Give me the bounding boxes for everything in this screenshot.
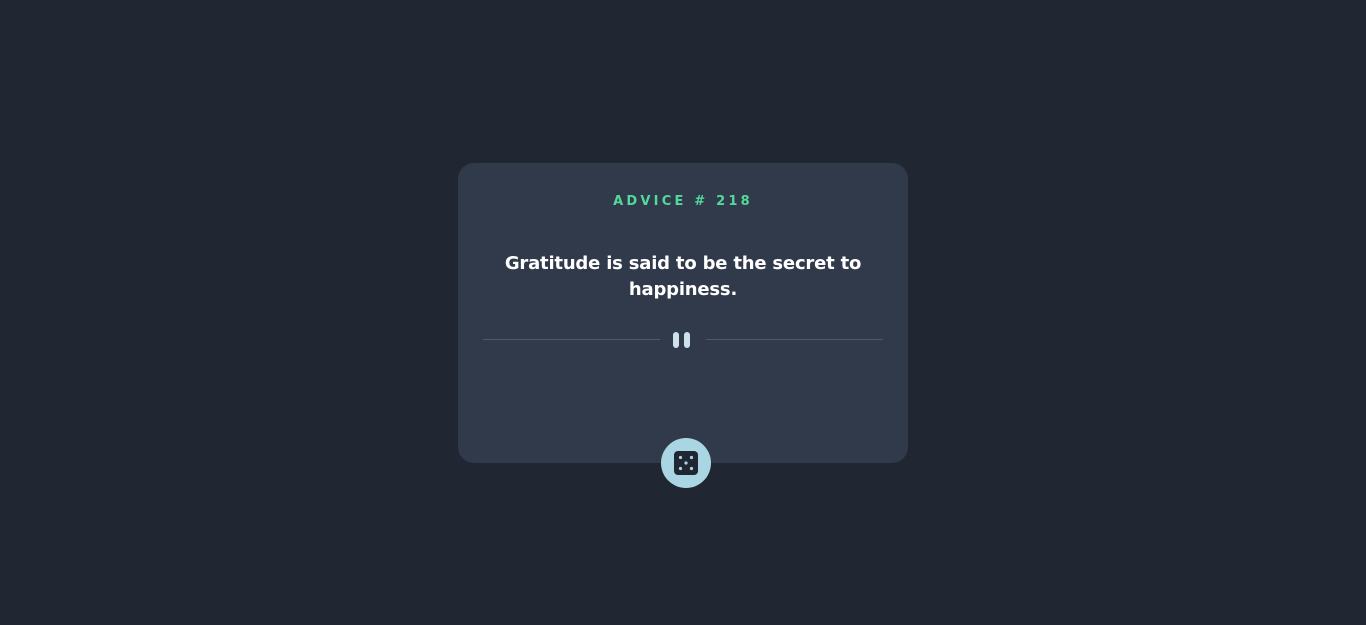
new-advice-button[interactable] <box>661 438 711 488</box>
pause-bar <box>673 332 679 348</box>
pause-icon <box>673 332 693 348</box>
advice-text: Gratitude is said to be the secret to ha… <box>504 253 862 300</box>
dice-icon <box>674 451 698 475</box>
divider <box>483 330 883 350</box>
pause-bar <box>684 332 690 348</box>
advice-card: ADVICE # 218 Gratitude is said to be the… <box>458 163 908 463</box>
divider-line-right <box>706 339 883 340</box>
divider-line-left <box>483 339 660 340</box>
advice-id: ADVICE # 218 <box>613 194 753 209</box>
page: ADVICE # 218 Gratitude is said to be the… <box>0 0 1366 625</box>
